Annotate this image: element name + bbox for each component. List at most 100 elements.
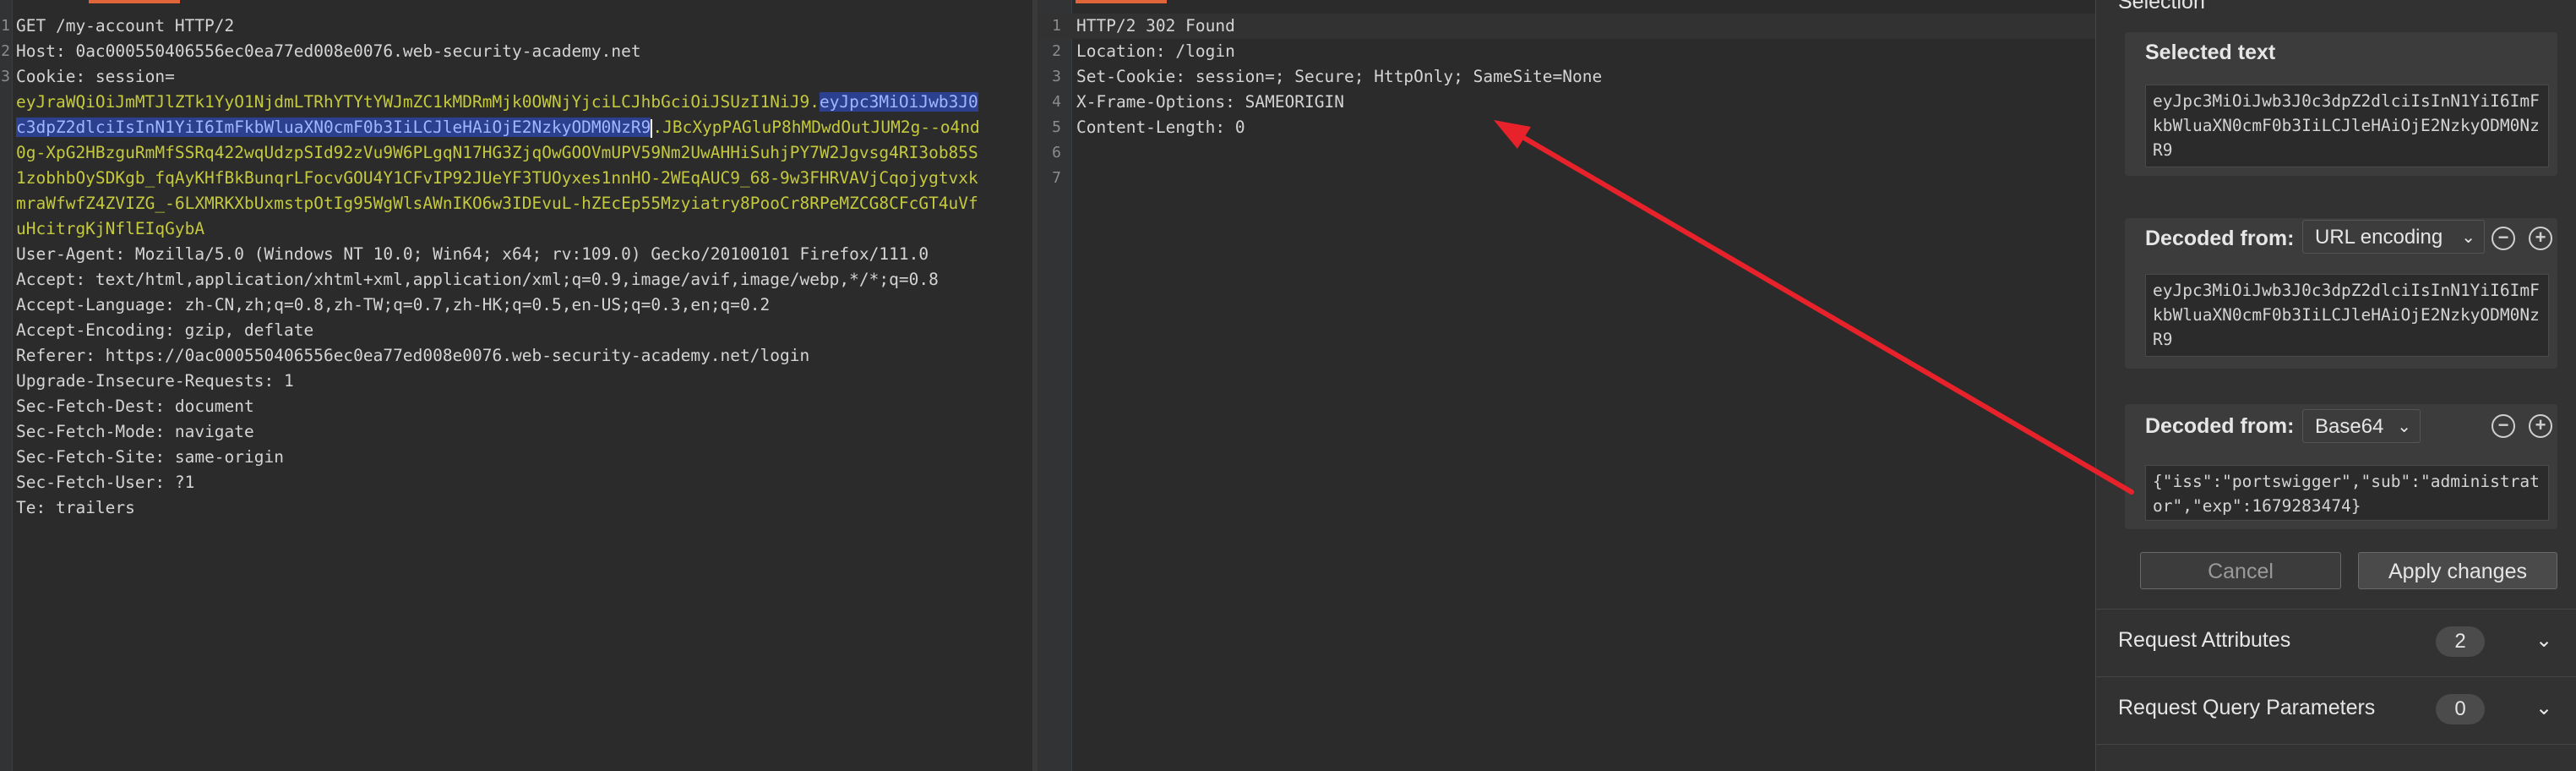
section-request-attributes[interactable]: Request Attributes 2 ⌄ — [2096, 609, 2576, 676]
request-line[interactable]: Sec-Fetch-Dest: document — [0, 394, 1032, 419]
header-value: navigate — [174, 422, 254, 441]
request-line[interactable]: Sec-Fetch-User: ?1 — [0, 470, 1032, 495]
header-value: trailers — [55, 498, 135, 517]
decoded-url-title: Decoded from: — [2145, 227, 2295, 250]
response-tab-indicator — [1076, 0, 1167, 3]
request-tab-indicator — [89, 0, 180, 3]
request-lines[interactable]: 1 GET /my-account HTTP/2 2 Host: 0ac0005504… — [0, 14, 1032, 521]
header-value: HTTP/2 302 Found — [1076, 16, 1235, 36]
inspector-panel: Selection Selected text eyJpc3MiOiJwb3J0… — [2095, 0, 2576, 771]
header-name: Set-Cookie: — [1076, 67, 1195, 86]
count-badge: 0 — [2436, 694, 2485, 725]
section-request-query-parameters[interactable]: Request Query Parameters 0 ⌄ — [2096, 676, 2576, 744]
request-line[interactable]: Accept: text/html,application/xhtml+xml,… — [0, 267, 1032, 293]
request-line[interactable]: 0g-XpG2HBzguRmMfSSRq422wqUdzpSId92zVu9W6… — [0, 140, 1032, 166]
request-line[interactable]: eyJraWQiOiJmMTJlZTk1YyO1NjdmLTRhYTYtYWJm… — [0, 90, 1032, 115]
header-name: Accept-Encoding: — [16, 320, 185, 340]
decoded-url-encoding-select[interactable]: URL encoding ⌄ — [2302, 220, 2485, 254]
add-decode-icon[interactable]: + — [2529, 414, 2552, 438]
decoded-url-value[interactable]: eyJpc3MiOiJwb3J0c3dpZ2dlciIsInN1YiI6ImFk… — [2145, 274, 2549, 357]
request-line[interactable]: Upgrade-Insecure-Requests: 1 — [0, 369, 1032, 394]
selected-text-highlight[interactable]: eyJpc3MiOiJwb3J0 — [819, 92, 978, 112]
response-line[interactable]: 3 Set-Cookie: session=; Secure; HttpOnly;… — [1037, 64, 2095, 90]
section-next[interactable] — [2096, 744, 2576, 771]
selected-text-value[interactable]: eyJpc3MiOiJwb3J0c3dpZ2dlciIsInN1YiI6ImFk… — [2145, 85, 2549, 167]
decoded-url-encoding-value: URL encoding — [2315, 226, 2443, 249]
line-text: 1zobhbOySDKgb_fqAyKHfBkBunqrLFocvGOU4Y1C… — [16, 166, 978, 191]
response-line[interactable]: 6 — [1037, 140, 2095, 166]
line-number: 3 — [1052, 68, 1061, 85]
response-line[interactable]: 4 X-Frame-Options: SAMEORIGIN — [1037, 90, 2095, 115]
line-number: 6 — [1052, 144, 1061, 161]
request-line[interactable]: 1zobhbOySDKgb_fqAyKHfBkBunqrLFocvGOU4Y1C… — [0, 166, 1032, 191]
line-text: Host: 0ac000550406556ec0ea77ed008e0076.w… — [16, 39, 641, 64]
line-number: 4 — [1052, 93, 1061, 111]
line-text: Sec-Fetch-Mode: navigate — [16, 419, 254, 445]
header-name: User-Agent: — [16, 244, 135, 264]
line-text: Sec-Fetch-User: ?1 — [16, 470, 194, 495]
line-number: 2 — [1, 42, 10, 60]
add-decode-icon[interactable]: + — [2529, 227, 2552, 250]
request-line[interactable]: c3dpZ2dlciIsInN1YiI6ImFkbWluaXN0cmF0b3Ii… — [0, 115, 1032, 140]
response-line[interactable]: 5 Content-Length: 0 — [1037, 115, 2095, 140]
chevron-down-icon: ⌄ — [2397, 418, 2411, 436]
response-line[interactable]: 7 — [1037, 166, 2095, 191]
chevron-down-icon: ⌄ — [2535, 697, 2553, 719]
request-line[interactable]: 1 GET /my-account HTTP/2 — [0, 14, 1032, 39]
chevron-down-icon: ⌄ — [2535, 629, 2553, 652]
selected-text-highlight[interactable]: c3dpZ2dlciIsInN1YiI6ImFkbWluaXN0cmF0b3Ii… — [16, 118, 651, 137]
remove-decode-icon[interactable]: − — [2492, 414, 2515, 438]
response-editor[interactable]: 1 HTTP/2 302 Found 2 Location: /login 3 Set-C… — [1037, 0, 2095, 771]
line-number: 1 — [1, 17, 10, 35]
request-line[interactable]: User-Agent: Mozilla/5.0 (Windows NT 10.0… — [0, 242, 1032, 267]
request-line[interactable]: 3 Cookie: session= — [0, 64, 1032, 90]
section-label: Request Attributes — [2118, 628, 2291, 652]
line-text: Set-Cookie: session=; Secure; HttpOnly; … — [1076, 64, 1602, 90]
header-name: Upgrade-Insecure-Requests: — [16, 371, 284, 391]
request-line[interactable]: Te: trailers — [0, 495, 1032, 521]
line-text: Accept-Language: zh-CN,zh;q=0.8,zh-TW;q=… — [16, 293, 770, 318]
line-text: Location: /login — [1076, 39, 1235, 64]
response-lines[interactable]: 1 HTTP/2 302 Found 2 Location: /login 3 Set-C… — [1037, 14, 2095, 191]
header-name: Content-Length: — [1076, 118, 1235, 137]
request-line[interactable]: uHcitrgKjNflEIqGybA — [0, 216, 1032, 242]
header-name: Sec-Fetch-Dest: — [16, 396, 175, 416]
line-text: Content-Length: 0 — [1076, 115, 1245, 140]
session-cookie-part: eyJraWQiOiJmMTJlZTk1YyO1NjdmLTRhYTYtYWJm… — [16, 92, 820, 112]
header-value: same-origin — [174, 447, 284, 467]
header-name: Cookie: — [16, 67, 95, 86]
response-line[interactable]: 1 HTTP/2 302 Found — [1037, 14, 2095, 39]
decoded-base64-encoding-select[interactable]: Base64 ⌄ — [2302, 409, 2421, 443]
inspector-selection-heading[interactable]: Selection — [2118, 0, 2205, 14]
header-value: GET /my-account HTTP/2 — [16, 16, 235, 36]
apply-changes-button[interactable]: Apply changes — [2358, 552, 2557, 589]
request-line[interactable]: Accept-Encoding: gzip, deflate — [0, 318, 1032, 343]
line-text: c3dpZ2dlciIsInN1YiI6ImFkbWluaXN0cmF0b3Ii… — [16, 115, 980, 140]
header-value: text/html,application/xhtml+xml,applicat… — [95, 270, 939, 289]
request-line[interactable]: Accept-Language: zh-CN,zh;q=0.8,zh-TW;q=… — [0, 293, 1032, 318]
header-name: Host: — [16, 41, 76, 61]
header-value: zh-CN,zh;q=0.8,zh-TW;q=0.7,zh-HK;q=0.5,e… — [184, 295, 771, 314]
remove-decode-icon[interactable]: − — [2492, 227, 2515, 250]
cancel-button[interactable]: Cancel — [2140, 552, 2341, 589]
decoded-base64-value[interactable]: {"iss":"portswigger","sub":"administrato… — [2145, 465, 2549, 521]
request-line[interactable]: Sec-Fetch-Mode: navigate — [0, 419, 1032, 445]
request-line[interactable]: mraWfwfZ4ZVIZG_-6LXMRKXbUxmstpOtIg95WgWl… — [0, 191, 1032, 216]
response-line[interactable]: 2 Location: /login — [1037, 39, 2095, 64]
header-name: X-Frame-Options: — [1076, 92, 1245, 112]
header-value: 0ac000550406556ec0ea77ed008e0076.web-sec… — [75, 41, 641, 61]
header-name: Sec-Fetch-Site: — [16, 447, 175, 467]
line-text: uHcitrgKjNflEIqGybA — [16, 216, 204, 242]
request-editor[interactable]: 1 GET /my-account HTTP/2 2 Host: 0ac0005504… — [0, 0, 1032, 771]
line-text: 0g-XpG2HBzguRmMfSSRq422wqUdzpSId92zVu9W6… — [16, 140, 978, 166]
request-line[interactable]: Sec-Fetch-Site: same-origin — [0, 445, 1032, 470]
line-text: Cookie: session= — [16, 64, 175, 90]
line-text: GET /my-account HTTP/2 — [16, 14, 234, 39]
session-cookie-part: .JBcXypPAGluP8hMDwdOutJUM2g--o4nd — [652, 118, 980, 137]
decoded-base64-encoding-value: Base64 — [2315, 415, 2384, 438]
selected-text-card: Selected text eyJpc3MiOiJwb3J0c3dpZ2dlci… — [2125, 32, 2557, 176]
section-label: Request Query Parameters — [2118, 696, 2376, 719]
request-line[interactable]: 2 Host: 0ac000550406556ec0ea77ed008e0076.… — [0, 39, 1032, 64]
request-line[interactable]: Referer: https://0ac000550406556ec0ea77e… — [0, 343, 1032, 369]
line-number: 2 — [1052, 42, 1061, 60]
